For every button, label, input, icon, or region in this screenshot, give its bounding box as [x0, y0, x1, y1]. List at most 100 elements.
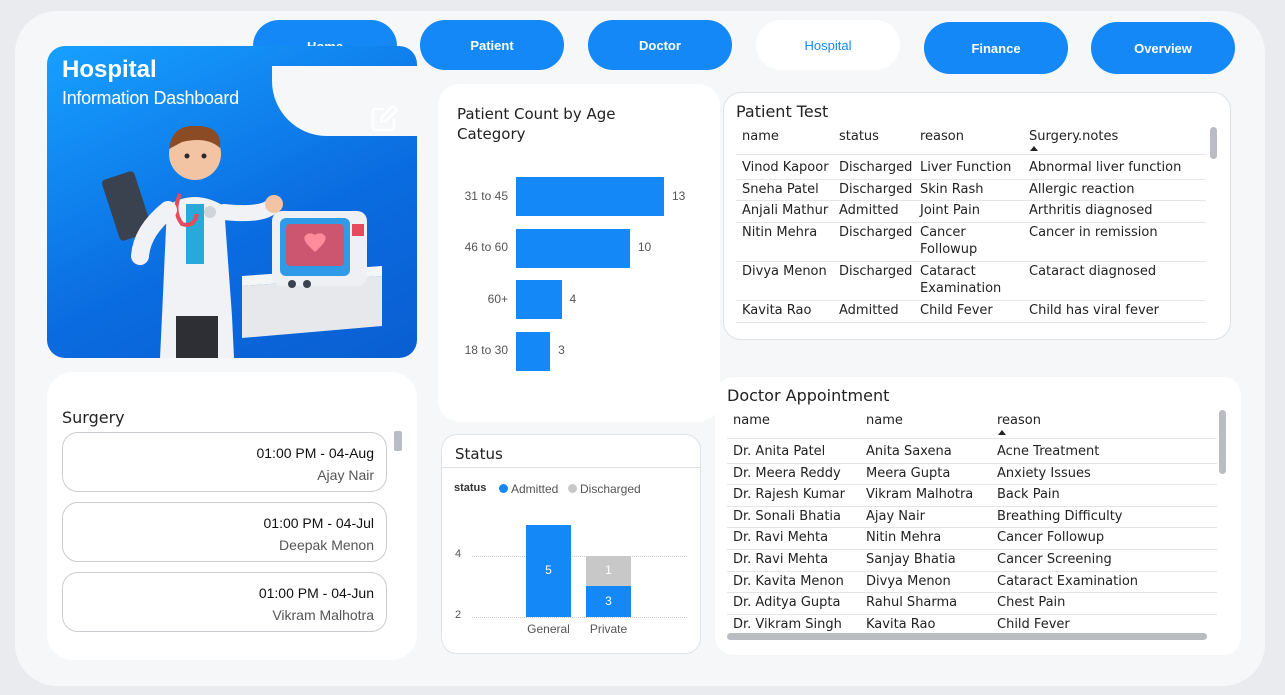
table-row[interactable]: Dr. Ravi Mehta Sanjay Bhatia Cancer Screen…: [715, 549, 1215, 571]
table-row[interactable]: Vinod Kapoor Discharged Liver Function Abno…: [724, 157, 1214, 179]
patient-test-column-header[interactable]: Surgery.notes: [1029, 129, 1118, 144]
surgery-item[interactable]: 01:00 PM - 04-Jul Deepak Menon: [62, 502, 387, 562]
nav-patient-button[interactable]: Patient: [420, 20, 564, 70]
table-row[interactable]: Dr. Vikram Singh Kavita Rao Child Fever: [715, 614, 1215, 633]
patient-test-column-header[interactable]: name: [742, 129, 779, 144]
table-cell: Cataract Examination: [997, 573, 1139, 589]
table-row[interactable]: Divya Menon Discharged Cataract Examinatio…: [724, 261, 1214, 300]
table-cell: Dr. Anita Patel: [733, 444, 826, 459]
table-cell: Divya Menon: [866, 573, 951, 589]
table-row[interactable]: Dr. Ravi Mehta Nitin Mehra Cancer Followup: [715, 527, 1215, 549]
status-stacked-chart: 4 2 5 General 3 1 Private: [442, 435, 700, 653]
patient-test-card: Patient Test name status reason Surgery.not…: [723, 92, 1231, 340]
table-row[interactable]: Dr. Anita Patel Anita Saxena Acne Treatmen…: [715, 441, 1215, 463]
table-cell: Cancer Followup: [997, 530, 1105, 546]
table-cell: Discharged: [839, 182, 913, 197]
table-cell: Kavita Rao: [866, 616, 936, 632]
table-row[interactable]: Dr. Sonali Bhatia Ajay Nair Breathing Diff…: [715, 506, 1215, 528]
segment-value-label: 3: [605, 593, 612, 608]
table-cell: Cancer in remission: [1029, 225, 1158, 240]
doctor-appointment-table: name name reason Dr. Anita Patel Anita Saxen…: [715, 377, 1225, 633]
table-cell: Acne Treatment: [997, 444, 1100, 459]
doctor-appointment-column-header[interactable]: name: [733, 413, 770, 428]
table-row[interactable]: Sneha Patel Discharged Skin Rash Allergic r…: [724, 179, 1214, 200]
surgery-item[interactable]: 01:00 PM - 04-Jun Vikram Malhotra: [62, 572, 387, 632]
nav-hospital-button[interactable]: Hospital: [756, 20, 900, 70]
table-row[interactable]: Dr. Rajesh Kumar Vikram Malhotra Back Pain: [715, 484, 1215, 506]
sort-ascending-icon[interactable]: [998, 430, 1006, 435]
table-cell: Divya Menon: [742, 264, 827, 279]
segment-value-label: 5: [545, 563, 552, 578]
surgery-scrollbar[interactable]: [394, 431, 402, 451]
age-value-label: 13: [672, 188, 686, 203]
table-cell: Allergic reaction: [1029, 182, 1135, 197]
table-cell: Dr. Ravi Mehta: [733, 552, 829, 567]
table-cell: Dr. Sonali Bhatia: [733, 508, 841, 524]
surgery-item[interactable]: 01:00 PM - 04-Aug Ajay Nair: [62, 432, 387, 492]
table-cell: Anita Saxena: [866, 444, 952, 459]
table-cell: Dr. Rajesh Kumar: [733, 487, 845, 503]
table-cell: Ajay Nair: [866, 508, 925, 524]
age-bar[interactable]: [516, 280, 562, 319]
table-cell: Joint Pain: [920, 203, 980, 218]
table-cell: Cancer Screening: [997, 552, 1112, 567]
y-tick-label: 4: [455, 547, 462, 560]
surgery-time: 01:00 PM - 04-Aug: [256, 445, 374, 461]
table-cell: Admitted: [839, 303, 899, 318]
patient-test-scrollbar[interactable]: [1210, 127, 1217, 159]
table-cell: Cataract diagnosed: [1029, 264, 1157, 279]
table-cell: Nitin Mehra: [742, 225, 818, 240]
age-value-label: 10: [637, 240, 652, 254]
nav-finance-button[interactable]: Finance: [924, 22, 1068, 74]
table-row[interactable]: Kavita Rao Admitted Child Fever Child has v…: [724, 300, 1214, 322]
surgery-patient: Vikram Malhotra: [272, 607, 374, 623]
header-divider: [736, 154, 1206, 155]
age-bar[interactable]: [516, 177, 664, 216]
age-bar-chart: 31 to 45 13 46 to 60 10 60+ 4 18 to 30 3: [438, 84, 720, 422]
table-cell: Dr. Meera Reddy: [733, 465, 841, 481]
table-row[interactable]: Nitin Mehra Discharged Cancer Followup Canc…: [724, 222, 1214, 261]
table-cell: Abnormal liver function: [1029, 160, 1182, 175]
table-cell: Vikram Malhotra: [866, 487, 974, 503]
age-bar[interactable]: [516, 331, 551, 371]
table-row[interactable]: Dr. Kavita Menon Divya Menon Cataract Exam…: [715, 571, 1215, 593]
table-cell: Discharged: [839, 264, 913, 279]
sort-ascending-icon[interactable]: [1030, 146, 1038, 151]
doctor-appointment-hscrollbar[interactable]: [727, 633, 1207, 640]
x-category-label: General: [527, 622, 570, 636]
age-bar[interactable]: [516, 228, 630, 268]
table-cell: Nitin Mehra: [866, 530, 942, 546]
surgery-patient: Ajay Nair: [317, 467, 374, 483]
patient-test-column-header[interactable]: status: [839, 129, 879, 144]
table-cell: Skin Rash: [920, 182, 984, 197]
table-cell: Vinod Kapoor: [742, 160, 829, 175]
table-row[interactable]: Anjali Mathur Admitted Joint Pain Arthritis…: [724, 200, 1214, 222]
nav-overview-button[interactable]: Overview: [1091, 22, 1235, 74]
table-cell: Kavita Rao: [742, 303, 812, 318]
nav-doctor-button[interactable]: Doctor: [588, 20, 732, 70]
age-value-label: 4: [569, 291, 577, 306]
table-cell: Liver Function: [920, 160, 1012, 175]
table-cell: Dr. Ravi Mehta: [733, 530, 829, 546]
hero-banner: Hospital Information Dashboard: [47, 46, 417, 358]
surgery-title: Surgery: [62, 408, 125, 427]
table-cell: Anjali Mathur: [742, 203, 829, 218]
table-cell: Discharged: [839, 225, 913, 240]
doctor-appointment-column-header[interactable]: reason: [997, 413, 1041, 428]
table-cell: Arthritis diagnosed: [1029, 203, 1153, 218]
table-row[interactable]: Dr. Aditya Gupta Rahul Sharma Chest Pain: [715, 592, 1215, 614]
patient-test-column-header[interactable]: reason: [920, 129, 964, 144]
table-row[interactable]: Dr. Meera Reddy Meera Gupta Anxiety Issues: [715, 463, 1215, 485]
table-cell: Discharged: [839, 160, 913, 175]
doctor-illustration: [102, 125, 382, 358]
patient-test-table: name status reason Surgery.notes Vinod Kapoo…: [724, 93, 1232, 329]
doctor-appointment-scrollbar[interactable]: [1219, 410, 1226, 474]
doctor-appointment-column-header[interactable]: name: [866, 413, 903, 428]
table-cell: Cancer Followup: [920, 225, 978, 257]
table-cell: Meera Gupta: [866, 465, 951, 481]
surgery-patient: Deepak Menon: [279, 537, 374, 553]
table-cell: Child has viral fever: [1029, 303, 1160, 318]
x-category-label: Private: [589, 622, 628, 636]
table-cell: Sneha Patel: [742, 182, 819, 197]
surgery-card: Surgery 01:00 PM - 04-Aug Ajay Nair 01:0…: [47, 372, 417, 660]
